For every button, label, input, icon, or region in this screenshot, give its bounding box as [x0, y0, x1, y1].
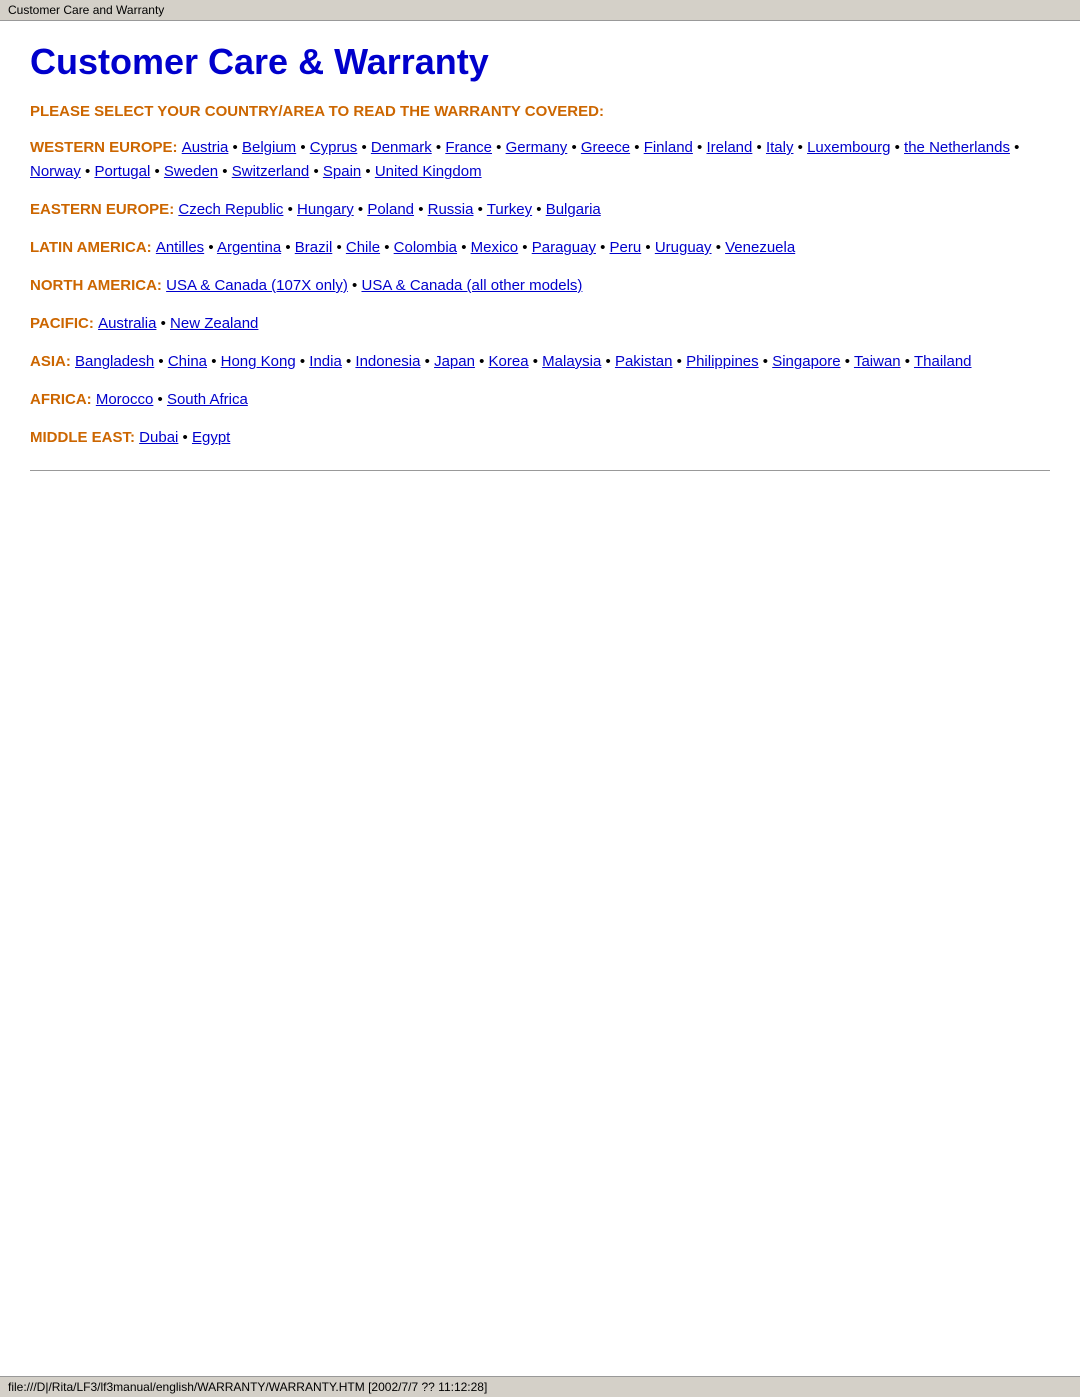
country-link-argentina[interactable]: Argentina — [217, 239, 281, 256]
country-link-germany[interactable]: Germany — [506, 139, 568, 156]
country-link-finland[interactable]: Finland — [644, 139, 693, 156]
country-link-new-zealand[interactable]: New Zealand — [170, 315, 258, 332]
country-link-thailand[interactable]: Thailand — [914, 353, 972, 370]
region-label-western-europe: WESTERN EUROPE: — [30, 139, 182, 156]
main-content: Customer Care & Warranty PLEASE SELECT Y… — [0, 21, 1080, 571]
country-link-peru[interactable]: Peru — [610, 239, 642, 256]
country-link-ireland[interactable]: Ireland — [706, 139, 752, 156]
page-heading: Customer Care & Warranty — [30, 41, 1050, 83]
tab-bar: Customer Care and Warranty — [0, 0, 1080, 21]
country-link-greece[interactable]: Greece — [581, 139, 630, 156]
country-link-uruguay[interactable]: Uruguay — [655, 239, 712, 256]
region-eastern-europe: EASTERN EUROPE: Czech Republic • Hungary… — [30, 198, 1050, 222]
country-link-austria[interactable]: Austria — [182, 139, 229, 156]
country-link-spain[interactable]: Spain — [323, 163, 361, 180]
country-link-hong-kong[interactable]: Hong Kong — [221, 353, 296, 370]
region-label-asia: ASIA: — [30, 353, 75, 370]
country-link-brazil[interactable]: Brazil — [295, 239, 333, 256]
region-pacific: PACIFIC: Australia • New Zealand — [30, 312, 1050, 336]
country-link-france[interactable]: France — [445, 139, 492, 156]
country-link-russia[interactable]: Russia — [428, 201, 474, 218]
country-link-south-africa[interactable]: South Africa — [167, 391, 248, 408]
region-label-north-america: NORTH AMERICA: — [30, 277, 166, 294]
region-label-latin-america: LATIN AMERICA: — [30, 239, 156, 256]
region-label-africa: AFRICA: — [30, 391, 96, 408]
region-label-pacific: PACIFIC: — [30, 315, 98, 332]
country-link-antilles[interactable]: Antilles — [156, 239, 204, 256]
country-link-switzerland[interactable]: Switzerland — [232, 163, 310, 180]
instruction-text: PLEASE SELECT YOUR COUNTRY/AREA TO READ … — [30, 103, 1050, 120]
country-link-bangladesh[interactable]: Bangladesh — [75, 353, 154, 370]
country-link-cyprus[interactable]: Cyprus — [310, 139, 358, 156]
country-link-morocco[interactable]: Morocco — [96, 391, 154, 408]
country-link-malaysia[interactable]: Malaysia — [542, 353, 601, 370]
status-text: file:///D|/Rita/LF3/lf3manual/english/WA… — [8, 1380, 487, 1394]
country-link-chile[interactable]: Chile — [346, 239, 380, 256]
tab-title: Customer Care and Warranty — [8, 3, 164, 17]
country-link-colombia[interactable]: Colombia — [394, 239, 457, 256]
country-link-sweden[interactable]: Sweden — [164, 163, 218, 180]
country-link-czech-republic[interactable]: Czech Republic — [178, 201, 283, 218]
region-label-eastern-europe: EASTERN EUROPE: — [30, 201, 178, 218]
country-link-paraguay[interactable]: Paraguay — [532, 239, 596, 256]
country-link-pakistan[interactable]: Pakistan — [615, 353, 673, 370]
country-link-korea[interactable]: Korea — [489, 353, 529, 370]
country-link-bulgaria[interactable]: Bulgaria — [546, 201, 601, 218]
country-link-norway[interactable]: Norway — [30, 163, 81, 180]
region-africa: AFRICA: Morocco • South Africa — [30, 388, 1050, 412]
region-label-middle-east: MIDDLE EAST: — [30, 429, 139, 446]
region-western-europe: WESTERN EUROPE: Austria • Belgium • Cypr… — [30, 136, 1050, 184]
country-link-egypt[interactable]: Egypt — [192, 429, 230, 446]
country-link-taiwan[interactable]: Taiwan — [854, 353, 901, 370]
country-link-poland[interactable]: Poland — [367, 201, 414, 218]
country-link-india[interactable]: India — [309, 353, 342, 370]
country-link-china[interactable]: China — [168, 353, 207, 370]
status-bar: file:///D|/Rita/LF3/lf3manual/english/WA… — [0, 1376, 1080, 1397]
country-link-turkey[interactable]: Turkey — [487, 201, 532, 218]
country-link-hungary[interactable]: Hungary — [297, 201, 354, 218]
country-link-singapore[interactable]: Singapore — [772, 353, 840, 370]
region-asia: ASIA: Bangladesh • China • Hong Kong • I… — [30, 350, 1050, 374]
country-link-denmark[interactable]: Denmark — [371, 139, 432, 156]
country-link-united-kingdom[interactable]: United Kingdom — [375, 163, 482, 180]
country-link-philippines[interactable]: Philippines — [686, 353, 759, 370]
country-link-portugal[interactable]: Portugal — [94, 163, 150, 180]
country-link-belgium[interactable]: Belgium — [242, 139, 296, 156]
country-link-australia[interactable]: Australia — [98, 315, 156, 332]
country-link-venezuela[interactable]: Venezuela — [725, 239, 795, 256]
region-north-america: NORTH AMERICA: USA & Canada (107X only) … — [30, 274, 1050, 298]
country-link-usa-&-canada-107x-only[interactable]: USA & Canada (107X only) — [166, 277, 348, 294]
region-middle-east: MIDDLE EAST: Dubai • Egypt — [30, 426, 1050, 450]
country-link-indonesia[interactable]: Indonesia — [355, 353, 420, 370]
country-link-mexico[interactable]: Mexico — [471, 239, 519, 256]
country-link-the-netherlands[interactable]: the Netherlands — [904, 139, 1010, 156]
country-link-luxembourg[interactable]: Luxembourg — [807, 139, 890, 156]
regions-container: WESTERN EUROPE: Austria • Belgium • Cypr… — [30, 136, 1050, 450]
region-latin-america: LATIN AMERICA: Antilles • Argentina • Br… — [30, 236, 1050, 260]
country-link-italy[interactable]: Italy — [766, 139, 794, 156]
country-link-japan[interactable]: Japan — [434, 353, 475, 370]
separator — [30, 470, 1050, 471]
country-link-dubai[interactable]: Dubai — [139, 429, 178, 446]
country-link-usa-&-canada-all-other-models[interactable]: USA & Canada (all other models) — [361, 277, 582, 294]
